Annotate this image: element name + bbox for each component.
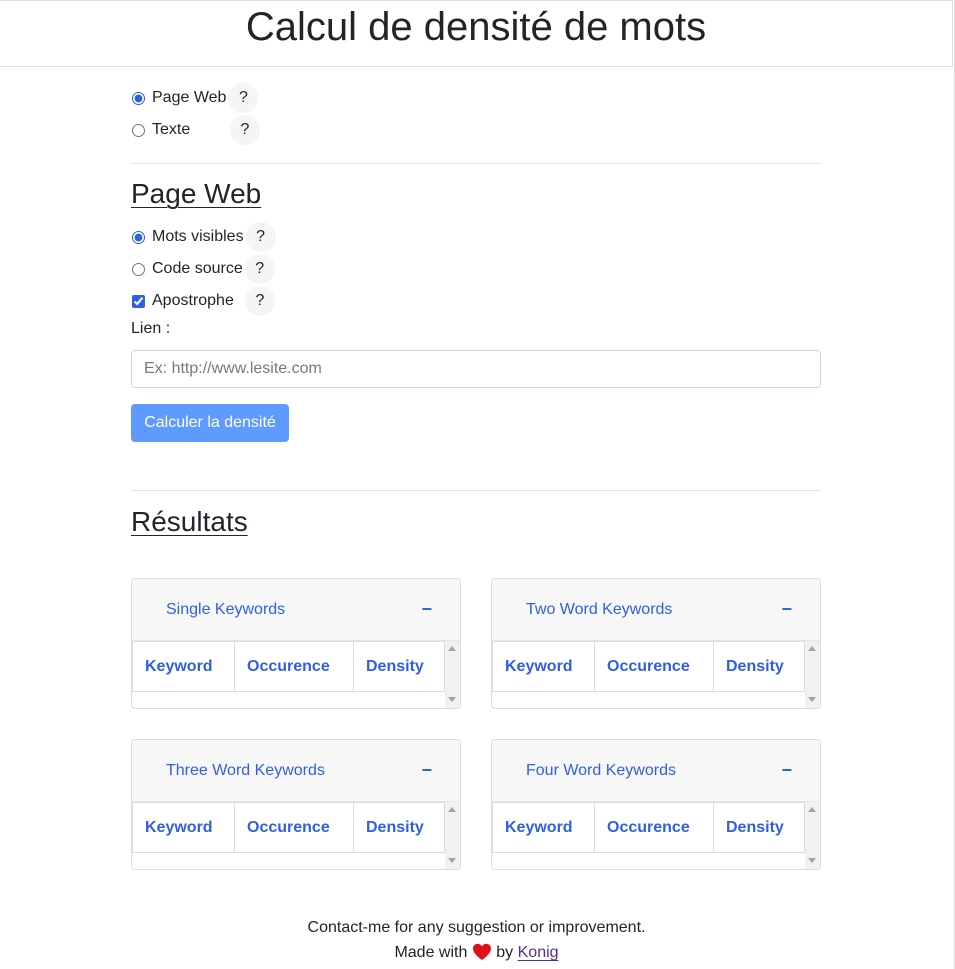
keywords-table: Keyword Occurence Density <box>492 802 805 853</box>
label-visible-words: Mots visibles <box>152 228 244 245</box>
scroll-down-icon[interactable] <box>448 697 456 702</box>
column-header-keyword[interactable]: Keyword <box>492 802 595 853</box>
page-header: Calcul de densité de mots <box>0 0 953 67</box>
scrollbar[interactable] <box>445 802 460 869</box>
keywords-table: Keyword Occurence Density <box>132 802 445 853</box>
footer-made-with: Made with by Konig <box>0 943 953 966</box>
column-header-keyword[interactable]: Keyword <box>492 641 595 692</box>
card-four-word-keywords: Four Word Keywords − Keyword Occurence D… <box>491 739 821 870</box>
card-header[interactable]: Single Keywords − <box>132 579 460 641</box>
column-header-occurence[interactable]: Occurence <box>594 802 714 853</box>
divider <box>131 163 821 164</box>
divider <box>131 490 821 491</box>
link-label: Lien : <box>131 320 171 337</box>
scroll-up-icon[interactable] <box>448 646 456 651</box>
card-body: Keyword Occurence Density <box>492 641 820 708</box>
card-header[interactable]: Three Word Keywords − <box>132 740 460 802</box>
column-header-keyword[interactable]: Keyword <box>132 641 235 692</box>
made-with-text: Made with <box>394 944 468 961</box>
link-input[interactable] <box>131 350 821 388</box>
keywords-table: Keyword Occurence Density <box>132 641 445 692</box>
section-title-results: Résultats <box>131 506 248 537</box>
radio-source-code[interactable] <box>132 262 145 276</box>
section-title-webpage: Page Web <box>131 178 262 209</box>
mode-label-text: Texte <box>152 121 191 138</box>
footer-contact: Contact-me for any suggestion or improve… <box>307 919 646 936</box>
checkbox-apostrophe[interactable] <box>132 294 145 308</box>
card-body: Keyword Occurence Density <box>132 802 460 869</box>
scroll-up-icon[interactable] <box>448 807 456 812</box>
mode-option-text[interactable]: Texte ? <box>131 115 260 145</box>
card-header[interactable]: Four Word Keywords − <box>492 740 820 802</box>
option-apostrophe[interactable]: Apostrophe ? <box>131 286 275 316</box>
help-icon[interactable]: ? <box>244 254 275 284</box>
mode-radio-webpage[interactable] <box>132 91 145 105</box>
option-visible-words[interactable]: Mots visibles ? <box>131 222 276 252</box>
card-three-word-keywords: Three Word Keywords − Keyword Occurence … <box>131 739 461 870</box>
column-header-density[interactable]: Density <box>713 641 805 692</box>
card-title: Three Word Keywords <box>166 761 325 779</box>
scroll-up-icon[interactable] <box>808 646 816 651</box>
card-body: Keyword Occurence Density <box>132 641 460 708</box>
column-header-density[interactable]: Density <box>353 641 445 692</box>
scroll-down-icon[interactable] <box>448 858 456 863</box>
help-icon[interactable]: ? <box>245 222 276 252</box>
collapse-toggle-icon[interactable]: − <box>781 599 792 620</box>
scrollbar[interactable] <box>445 641 460 708</box>
keywords-table: Keyword Occurence Density <box>492 641 805 692</box>
help-icon[interactable]: ? <box>245 286 275 316</box>
scroll-up-icon[interactable] <box>808 807 816 812</box>
column-header-occurence[interactable]: Occurence <box>594 641 714 692</box>
column-header-occurence[interactable]: Occurence <box>234 802 354 853</box>
card-body: Keyword Occurence Density <box>492 802 820 869</box>
label-apostrophe: Apostrophe <box>152 292 234 309</box>
page-title: Calcul de densité de mots <box>245 5 707 49</box>
heart-icon <box>472 943 492 966</box>
card-title: Single Keywords <box>166 600 286 618</box>
collapse-toggle-icon[interactable]: − <box>421 599 432 620</box>
scrollbar[interactable] <box>805 802 820 869</box>
scrollbar[interactable] <box>805 641 820 708</box>
help-icon[interactable]: ? <box>228 83 259 113</box>
card-header[interactable]: Two Word Keywords − <box>492 579 820 641</box>
card-title: Four Word Keywords <box>526 761 676 779</box>
column-header-density[interactable]: Density <box>713 802 805 853</box>
mode-option-webpage[interactable]: Page Web ? <box>131 83 259 113</box>
scroll-down-icon[interactable] <box>808 858 816 863</box>
collapse-toggle-icon[interactable]: − <box>421 760 432 781</box>
column-header-keyword[interactable]: Keyword <box>132 802 235 853</box>
by-text: by <box>496 944 514 961</box>
card-title: Two Word Keywords <box>526 600 673 618</box>
scroll-down-icon[interactable] <box>808 697 816 702</box>
column-header-occurence[interactable]: Occurence <box>234 641 354 692</box>
column-header-density[interactable]: Density <box>353 802 445 853</box>
radio-visible-words[interactable] <box>132 230 145 244</box>
card-two-word-keywords: Two Word Keywords − Keyword Occurence De… <box>491 578 821 709</box>
calculate-button[interactable]: Calculer la densité <box>131 404 289 442</box>
card-single-keywords: Single Keywords − Keyword Occurence Dens… <box>131 578 461 709</box>
mode-radio-text[interactable] <box>132 123 145 137</box>
option-source-code[interactable]: Code source ? <box>131 254 275 284</box>
label-source-code: Code source <box>152 260 243 277</box>
collapse-toggle-icon[interactable]: − <box>781 760 792 781</box>
mode-label-webpage: Page Web <box>152 89 227 106</box>
author-link[interactable]: Konig <box>518 944 559 961</box>
help-icon[interactable]: ? <box>230 115 260 145</box>
